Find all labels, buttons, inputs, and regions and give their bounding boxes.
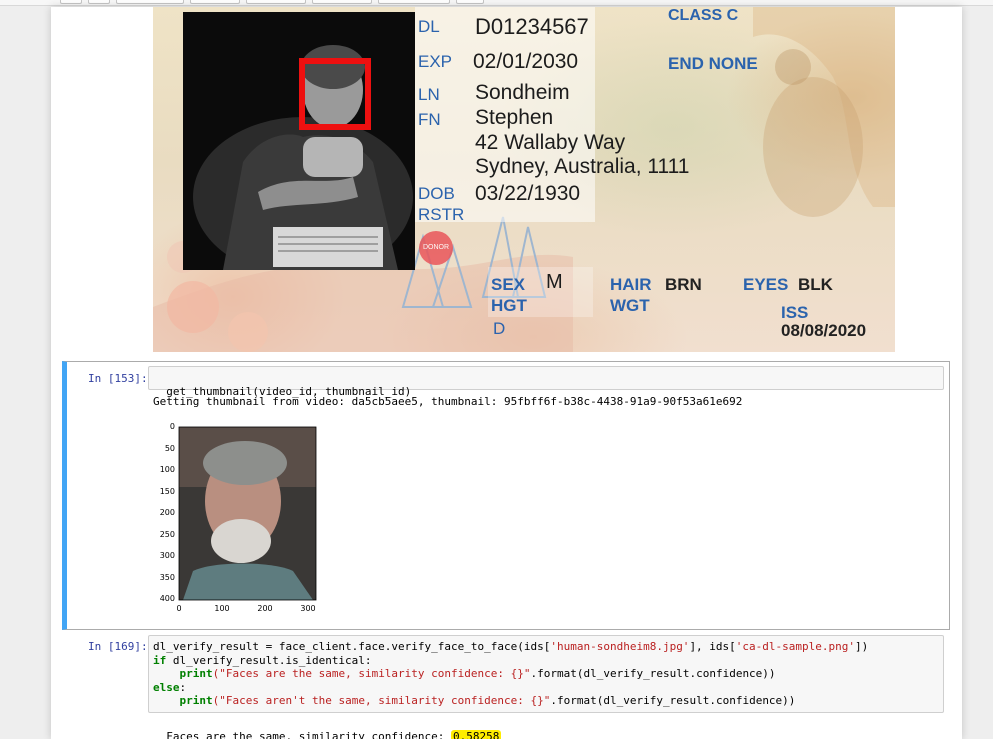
y-tick: 250 [159,530,175,539]
class-field: CLASS C [668,7,739,24]
cell-153-prompt: In [153]: [88,372,148,385]
rstr-label: RSTR [418,205,465,224]
eyes-value: BLK [798,275,833,294]
last-name: Sondheim [475,81,570,104]
sex-value: M [546,271,563,293]
confidence-value-highlight: 0.58258 [451,730,502,739]
toolbar-button[interactable] [60,0,82,4]
toolbar-button[interactable] [190,0,240,4]
y-tick: 0 [169,422,175,431]
code-line: print("Faces are the same, similarity co… [179,667,776,681]
donor-badge: DONOR [419,231,453,265]
iss-label: ISS [781,303,809,322]
iss-date: 08/08/2020 [781,321,867,340]
dob-value: 03/22/1930 [475,182,581,205]
driver-license-image: DONOR DL D01234567 CLASS C EXP 02/01/203… [153,7,895,352]
toolbar-button[interactable] [246,0,306,4]
exp-date: 02/01/2030 [473,50,579,73]
cell-153-code-editor[interactable]: get_thumbnail(video_id, thumbnail_id) [148,366,944,398]
hair-label: HAIR [610,275,652,294]
hgt-label: HGT [491,296,527,315]
license-portrait-photo [183,12,415,270]
code-line: print("Faces aren't the same, similarity… [179,694,796,708]
eyes-label: EYES [743,275,789,294]
toolbar-button[interactable] [88,0,110,4]
x-tick: 300 [300,604,316,613]
sex-label: SEX [491,275,526,294]
address-line-2: Sydney, Australia, 1111 [475,155,690,178]
end-field: END NONE [668,54,758,73]
thumbnail-plot: 0 50 100 150 200 250 300 350 400 0 100 2… [153,421,323,617]
y-tick: 50 [164,444,175,453]
cell-169-output-prefix: Faces are the same, similarity confidenc… [166,730,452,739]
first-name: Stephen [475,106,554,129]
y-tick: 150 [159,487,175,496]
x-tick: 0 [176,604,182,613]
d-label: D [493,319,506,338]
x-tick: 200 [257,604,273,613]
address-line-1: 42 Wallaby Way [475,131,626,154]
toolbar-button[interactable] [456,0,484,4]
y-tick: 300 [159,551,175,560]
y-tick: 350 [159,573,175,582]
cell-153-output-text: Getting thumbnail from video: da5cb5aee5… [153,395,743,408]
notebook-toolbar [0,0,993,6]
toolbar-button[interactable] [312,0,372,4]
toolbar-button[interactable] [378,0,450,4]
cell-169-code-editor[interactable]: dl_verify_result = face_client.face.veri… [148,635,944,713]
hair-value: BRN [665,275,702,294]
x-tick: 100 [214,604,230,613]
dl-label: DL [418,17,440,36]
cell-169-output: Faces are the same, similarity confidenc… [153,717,502,739]
y-tick: 200 [159,508,175,517]
y-tick: 400 [159,594,175,603]
code-line: if dl_verify_result.is_identical: [153,653,372,667]
code-line: dl_verify_result = face_client.face.veri… [153,640,869,653]
y-tick: 100 [159,465,175,474]
exp-label: EXP [418,52,453,71]
dl-number: D01234567 [475,14,589,39]
thumbnail-plot-axes [178,426,317,601]
wgt-label: WGT [610,296,650,315]
ln-label: LN [418,85,440,104]
code-line: else: [153,680,187,694]
cell-169-prompt: In [169]: [88,640,148,653]
fn-label: FN [418,110,441,129]
detected-face-box [299,58,371,130]
dob-label: DOB [418,184,455,203]
toolbar-button[interactable] [116,0,184,4]
